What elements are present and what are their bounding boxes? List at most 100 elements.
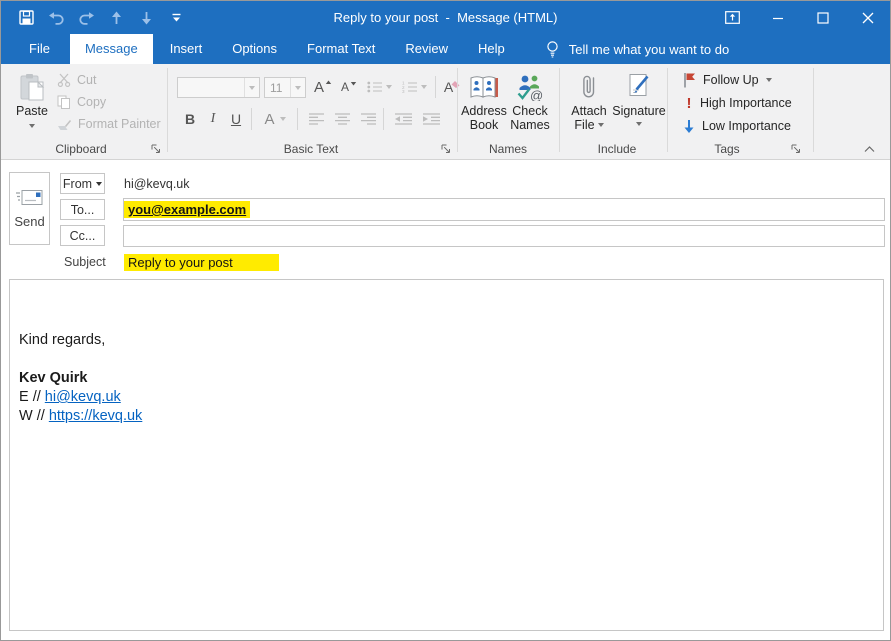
names-group-label: Names [463, 142, 553, 156]
high-importance-icon: ! [685, 95, 693, 112]
tags-dialog-launcher-icon[interactable] [790, 143, 802, 155]
to-field[interactable]: you@example.com [123, 198, 885, 221]
follow-up-dropdown-icon [766, 78, 772, 82]
basic-text-dialog-launcher-icon[interactable] [440, 143, 452, 155]
shrink-font-button[interactable]: A [339, 76, 359, 98]
message-body-editor[interactable]: Kind regards, Kev Quirk E // hi@kevq.uk … [9, 279, 884, 631]
email-link[interactable]: hi@kevq.uk [45, 389, 121, 405]
ribbon: Paste Cut Copy Format Painter Clipboard [1, 64, 890, 160]
tell-me-box[interactable]: Tell me what you want to do [546, 34, 729, 64]
close-button[interactable] [845, 1, 890, 34]
copy-button[interactable]: Copy [57, 92, 106, 112]
to-value: you@example.com [124, 201, 250, 218]
attach-file-dropdown-icon [598, 123, 604, 127]
tab-options[interactable]: Options [219, 34, 290, 64]
high-importance-button[interactable]: ! High Importance [685, 93, 792, 113]
undo-icon[interactable] [47, 7, 65, 29]
blank-line [19, 350, 873, 369]
font-size-dropdown-icon [290, 78, 305, 97]
follow-up-label: Follow Up [703, 73, 759, 87]
follow-up-button[interactable]: Follow Up [683, 70, 772, 90]
signature-web-line: W // https://kevq.uk [19, 407, 873, 426]
font-size-combo[interactable]: 11 [264, 77, 306, 98]
font-name-dropdown-icon [244, 78, 259, 97]
check-names-button[interactable]: @ Check Names [507, 71, 553, 132]
increase-indent-button[interactable] [419, 108, 443, 130]
paste-button[interactable]: Paste [11, 71, 53, 128]
signature-dropdown-icon [636, 122, 642, 126]
from-button[interactable]: From [60, 173, 105, 194]
font-color-dropdown-icon [280, 117, 286, 121]
cut-button[interactable]: Cut [57, 70, 96, 90]
save-icon[interactable] [17, 7, 35, 29]
subject-field[interactable]: Reply to your post [124, 252, 885, 272]
web-link[interactable]: https://kevq.uk [49, 408, 143, 424]
maximize-button[interactable] [800, 1, 845, 34]
tab-help[interactable]: Help [465, 34, 518, 64]
to-label: To... [71, 203, 95, 217]
check-names-label-1: Check [512, 104, 547, 118]
from-dropdown-icon [96, 182, 102, 186]
address-book-button[interactable]: Address Book [462, 71, 506, 132]
decrease-indent-button[interactable] [391, 108, 415, 130]
signature-email-line: E // hi@kevq.uk [19, 388, 873, 407]
next-item-icon[interactable] [137, 7, 155, 29]
underline-button[interactable]: U [227, 108, 245, 130]
format-painter-button[interactable]: Format Painter [57, 114, 161, 134]
outlook-compose-window: Reply to your post - Message (HTML) File… [0, 0, 891, 641]
low-importance-button[interactable]: Low Importance [683, 116, 791, 136]
redo-icon[interactable] [77, 7, 95, 29]
tell-me-label: Tell me what you want to do [569, 42, 729, 57]
numbering-button[interactable]: 123 [400, 76, 428, 98]
tab-file[interactable]: File [13, 34, 66, 64]
numbering-icon: 123 [402, 81, 417, 93]
clipboard-dialog-launcher-icon[interactable] [150, 143, 162, 155]
italic-button[interactable]: I [205, 108, 221, 130]
check-names-label-2: Names [510, 118, 550, 132]
clear-formatting-button[interactable]: A [441, 76, 463, 98]
signature-icon [627, 71, 651, 101]
tab-message[interactable]: Message [70, 34, 153, 64]
subject-value: Reply to your post [124, 254, 279, 271]
send-button[interactable]: Send [9, 172, 50, 245]
align-center-button[interactable] [331, 108, 353, 130]
font-color-button[interactable]: A [259, 108, 291, 130]
minimize-button[interactable] [755, 1, 800, 34]
cut-icon [57, 73, 71, 87]
from-label: From [63, 177, 92, 191]
customize-qat-icon[interactable] [167, 7, 185, 29]
bullets-icon [367, 81, 382, 93]
signature-button[interactable]: Signature [612, 71, 666, 126]
collapse-ribbon-icon[interactable] [861, 143, 877, 155]
bullets-button[interactable] [365, 76, 393, 98]
subject-label: Subject [64, 255, 106, 269]
font-name-combo[interactable] [177, 77, 260, 98]
address-book-label-1: Address [461, 104, 507, 118]
email-prefix: E // [19, 389, 45, 405]
tab-insert[interactable]: Insert [157, 34, 216, 64]
attach-file-button[interactable]: Attach File [567, 71, 611, 132]
format-painter-icon [57, 118, 72, 131]
format-painter-label: Format Painter [78, 117, 161, 131]
cut-label: Cut [77, 73, 96, 87]
grow-font-button[interactable]: A [313, 76, 333, 98]
paste-icon [20, 71, 45, 101]
previous-item-icon[interactable] [107, 7, 125, 29]
ribbon-display-options-icon[interactable] [710, 1, 755, 34]
bullets-dropdown-icon [386, 85, 392, 89]
align-left-button[interactable] [305, 108, 327, 130]
cc-label: Cc... [70, 229, 96, 243]
align-right-button[interactable] [357, 108, 379, 130]
follow-up-flag-icon [683, 72, 696, 88]
closing-line: Kind regards, [19, 331, 873, 350]
send-icon [16, 189, 43, 206]
from-value: hi@kevq.uk [124, 177, 190, 191]
cc-button[interactable]: Cc... [60, 225, 105, 246]
tags-group-label: Tags [681, 142, 773, 156]
bold-button[interactable]: B [181, 108, 199, 130]
svg-text:@: @ [530, 88, 543, 101]
tab-review[interactable]: Review [392, 34, 461, 64]
cc-field[interactable] [123, 225, 885, 247]
to-button[interactable]: To... [60, 199, 105, 220]
tab-format-text[interactable]: Format Text [294, 34, 388, 64]
